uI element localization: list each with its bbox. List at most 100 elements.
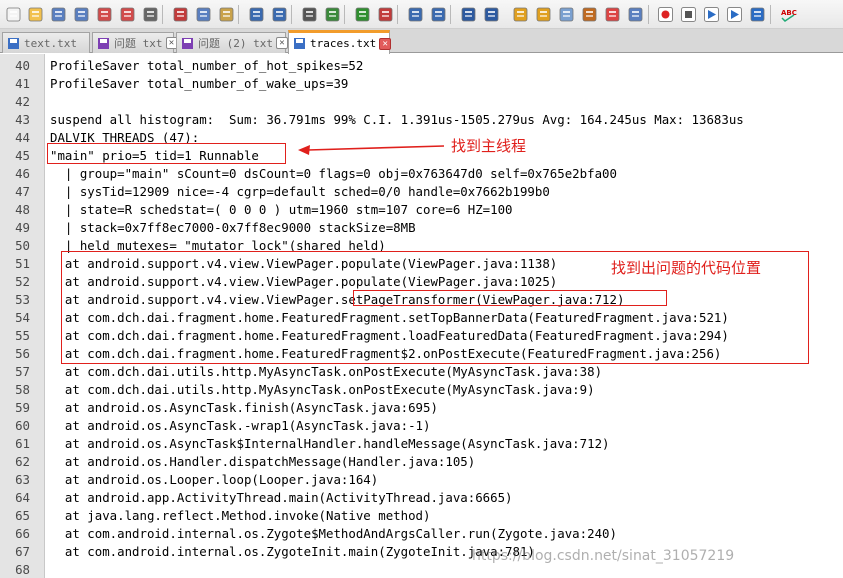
cut-icon [173,7,187,21]
stop-recording-button[interactable] [678,4,698,24]
close-tab-icon[interactable]: ✕ [379,37,392,50]
sync-horizontal-button[interactable] [428,4,448,24]
tab-label: 问题 txt [114,37,163,50]
main-thread-note: 找到主线程 [451,137,527,155]
tab-label: 问题 (2) txt [198,37,273,50]
find-icon [302,7,316,21]
document-map-button[interactable] [556,4,576,24]
code-line[interactable]: 43 suspend all histogram: Sum: 36.791ms 9… [0,111,843,129]
function-list-button[interactable] [579,4,599,24]
record-macro-icon [657,6,673,22]
code-line[interactable]: 46 | group="main" sCount=0 dsCount=0 fla… [0,165,843,183]
line-number: 47 [15,184,30,199]
line-number: 63 [15,472,30,487]
line-number: 41 [15,76,30,91]
problem-code-note: 找到出问题的代码位置 [611,259,762,277]
zoom-in-button[interactable] [352,4,372,24]
find-button[interactable] [299,4,319,24]
word-wrap-icon [461,7,475,21]
replace-button[interactable] [322,4,342,24]
tab-label: text.txt [24,36,77,50]
code-line[interactable]: 61 at android.os.AsyncTask$InternalHandl… [0,435,843,453]
toolbar-separator [450,5,451,24]
line-number: 40 [15,58,30,73]
record-macro-button[interactable] [655,4,675,24]
line-number: 54 [15,310,30,325]
paste-button[interactable] [216,4,236,24]
code-line[interactable]: 62 at android.os.Handler.dispatchMessage… [0,453,843,471]
line-number: 46 [15,166,30,181]
folder-workspace-icon [605,7,619,21]
tab-wenti-2-txt[interactable]: 问题 (2) txt ✕ [176,32,288,53]
line-text: at com.android.internal.os.ZygoteInit.ma… [50,544,535,559]
code-line[interactable]: 60 at android.os.AsyncTask.-wrap1(AsyncT… [0,417,843,435]
close-icon [97,7,111,21]
undo-button[interactable] [246,4,266,24]
tab-wenti-txt[interactable]: 问题 txt ✕ [92,32,178,53]
show-all-characters-button[interactable] [481,4,501,24]
line-number: 51 [15,256,30,271]
code-line[interactable]: 47 | sysTid=12909 nice=-4 cgrp=default s… [0,183,843,201]
line-number: 64 [15,490,30,505]
line-text: at android.os.AsyncTask.-wrap1(AsyncTask… [50,418,431,433]
line-text: | group="main" sCount=0 dsCount=0 flags=… [50,166,617,181]
code-line[interactable]: 40 ProfileSaver total_number_of_hot_spike… [0,57,843,75]
close-all-button[interactable] [117,4,137,24]
sync-vertical-button[interactable] [405,4,425,24]
indent-guide-button[interactable] [510,4,530,24]
toolbar-separator [344,5,345,24]
line-number: 61 [15,436,30,451]
line-number: 62 [15,454,30,469]
tab-text-txt[interactable]: text.txt [2,32,90,53]
word-wrap-button[interactable] [458,4,478,24]
code-line[interactable]: 65 at java.lang.reflect.Method.invoke(Na… [0,507,843,525]
new-file-button[interactable] [3,4,23,24]
tab-traces-txt[interactable]: traces.txt ✕ [288,30,392,54]
cut-button[interactable] [170,4,190,24]
toolbar-separator [291,5,292,24]
line-number: 59 [15,400,30,415]
user-language-button[interactable] [533,4,553,24]
folder-workspace-button[interactable] [602,4,622,24]
monitoring-button[interactable] [625,4,645,24]
code-line[interactable]: 42 [0,93,843,111]
code-line[interactable]: 57 at com.dch.dai.utils.http.MyAsyncTask… [0,363,843,381]
save-all-button[interactable] [71,4,91,24]
print-button[interactable] [140,4,160,24]
line-text: | stack=0x7ff8ec7000-0x7ff8ec9000 stackS… [50,220,416,235]
open-folder-button[interactable] [25,4,45,24]
code-line[interactable]: 63 at android.os.Looper.loop(Looper.java… [0,471,843,489]
saved-file-icon [294,38,305,49]
new-file-icon [6,7,20,21]
line-number: 57 [15,364,30,379]
save-button[interactable] [48,4,68,24]
spell-check-button[interactable]: ABC [778,4,798,24]
code-line[interactable]: 41 ProfileSaver total_number_of_wake_ups=… [0,75,843,93]
line-number: 68 [15,562,30,577]
close-all-icon [120,7,134,21]
copy-icon [196,7,210,21]
line-text: | sysTid=12909 nice=-4 cgrp=default sche… [50,184,550,199]
watermark: https://blog.csdn.net/sinat_31057219 [472,548,735,564]
close-button[interactable] [94,4,114,24]
code-line[interactable]: 66 at com.android.internal.os.Zygote$Met… [0,525,843,543]
play-macro-button[interactable] [701,4,721,24]
code-line[interactable]: 59 at android.os.AsyncTask.finish(AsyncT… [0,399,843,417]
line-text: at android.os.AsyncTask$InternalHandler.… [50,436,610,451]
set-page-transformer-highlight-box [353,290,667,306]
zoom-out-button[interactable] [375,4,395,24]
close-tab-icon[interactable]: ✕ [275,37,288,49]
code-line[interactable]: 64 at android.app.ActivityThread.main(Ac… [0,489,843,507]
line-text: at java.lang.reflect.Method.invoke(Nativ… [50,508,431,523]
line-number: 67 [15,544,30,559]
code-line[interactable]: 58 at com.dch.dai.utils.http.MyAsyncTask… [0,381,843,399]
redo-button[interactable] [269,4,289,24]
code-line[interactable]: 48 | state=R schedstat=( 0 0 0 ) utm=196… [0,201,843,219]
line-text: ProfileSaver total_number_of_wake_ups=39 [50,76,349,91]
copy-button[interactable] [193,4,213,24]
run-macro-multiple-button[interactable] [724,4,744,24]
show-all-characters-icon [484,7,498,21]
code-line[interactable]: 49 | stack=0x7ff8ec7000-0x7ff8ec9000 sta… [0,219,843,237]
spell-check-icon: ABC [781,9,796,22]
save-macro-button[interactable] [747,4,767,24]
